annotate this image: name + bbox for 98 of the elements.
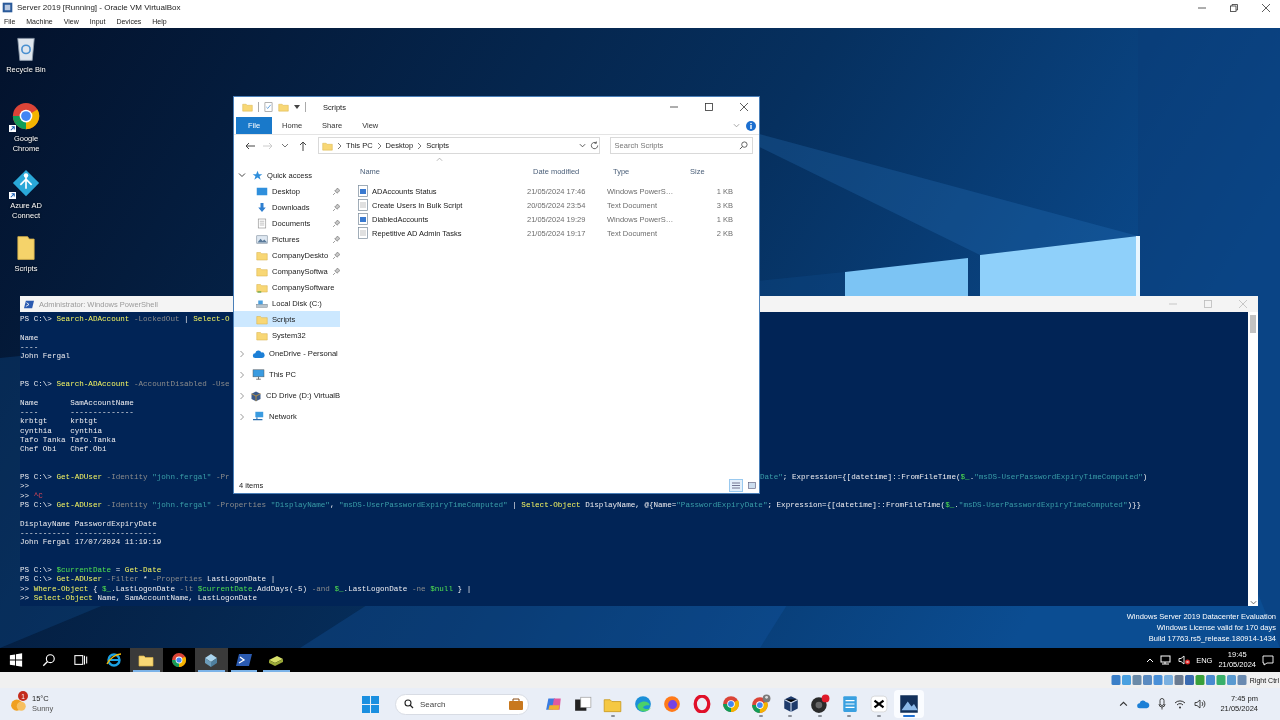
scroll-down-icon bbox=[1249, 600, 1257, 606]
star-icon bbox=[252, 169, 263, 181]
chrome-icon bbox=[170, 652, 187, 668]
notification-icon[interactable] bbox=[1262, 654, 1274, 666]
details-view-icon bbox=[732, 481, 740, 489]
folder-icon bbox=[16, 235, 36, 261]
pin-icon bbox=[333, 235, 340, 243]
start-button[interactable] bbox=[362, 695, 379, 713]
dropdown-caret-icon[interactable] bbox=[294, 104, 300, 110]
edge-icon bbox=[633, 695, 652, 713]
microphone-icon[interactable] bbox=[1158, 698, 1167, 710]
search-field[interactable]: Search bbox=[395, 693, 529, 715]
cloud-icon bbox=[252, 348, 265, 359]
windows-logo-icon bbox=[362, 695, 379, 713]
pin-icon bbox=[333, 219, 340, 227]
folder-icon bbox=[256, 329, 268, 341]
scrollbar[interactable] bbox=[1248, 312, 1258, 606]
desktop-icon bbox=[256, 185, 268, 197]
folder-icon bbox=[256, 265, 268, 277]
picture-icon bbox=[256, 233, 268, 245]
close-icon bbox=[740, 103, 748, 111]
diamond-network-icon bbox=[11, 168, 41, 198]
pin-icon bbox=[333, 251, 340, 259]
close-icon bbox=[1239, 300, 1247, 308]
windows-logo-icon bbox=[9, 653, 24, 667]
folder-icon bbox=[242, 102, 253, 112]
speaker-muted-icon[interactable] bbox=[1178, 655, 1191, 665]
folder-icon bbox=[138, 653, 155, 667]
restore-icon bbox=[1230, 3, 1238, 12]
maximize-icon bbox=[705, 103, 713, 111]
task-switch-icon bbox=[574, 695, 593, 713]
collapsed-chevron-icon bbox=[238, 391, 246, 400]
terminal-icon bbox=[24, 299, 34, 309]
expanded-chevron-icon bbox=[238, 171, 246, 179]
pin-icon bbox=[333, 203, 340, 211]
cloud-icon[interactable] bbox=[1136, 699, 1151, 709]
breadcrumb-chevron-icon bbox=[376, 142, 382, 149]
folder-icon bbox=[321, 140, 333, 151]
chrome-icon bbox=[11, 101, 41, 131]
collapsed-chevron-icon bbox=[238, 349, 246, 358]
cd-drive-icon bbox=[250, 389, 262, 402]
stacked-tool-icon bbox=[268, 653, 285, 667]
taskbar-button[interactable] bbox=[195, 648, 228, 672]
firefox-icon bbox=[663, 695, 682, 713]
chrome-with-avatar-icon bbox=[750, 694, 771, 714]
copilot-icon bbox=[544, 695, 563, 713]
pin-icon bbox=[333, 187, 340, 195]
show-hidden-icons-icon[interactable] bbox=[1119, 701, 1129, 707]
window-title: Server 2019 [Running] - Oracle VM VirtualBox bbox=[17, 3, 181, 12]
large-icons-view-icon bbox=[748, 481, 756, 489]
server-manager-icon bbox=[203, 652, 220, 668]
taskbar-button[interactable] bbox=[894, 690, 924, 718]
script-file-icon bbox=[358, 213, 368, 225]
close-icon bbox=[1262, 3, 1270, 12]
help-icon[interactable] bbox=[746, 120, 756, 131]
collapsed-chevron-icon bbox=[238, 370, 246, 379]
video-editor-icon bbox=[870, 695, 889, 713]
view-mode-button[interactable] bbox=[729, 478, 743, 492]
pin-icon bbox=[333, 267, 340, 275]
taskbar-button[interactable] bbox=[130, 648, 163, 672]
sort-caret-icon bbox=[436, 157, 443, 161]
network-icon[interactable] bbox=[1160, 655, 1173, 665]
screen-capture-icon bbox=[898, 694, 919, 714]
browser-icon bbox=[105, 652, 122, 668]
search-icon bbox=[739, 141, 748, 150]
maximize-icon bbox=[1204, 300, 1212, 308]
back-arrow-icon[interactable] bbox=[244, 141, 255, 150]
cube-icon bbox=[781, 695, 800, 713]
refresh-icon[interactable] bbox=[589, 141, 599, 150]
collapsed-chevron-icon bbox=[238, 412, 246, 421]
search-input[interactable]: Search bbox=[420, 695, 502, 713]
script-file-icon bbox=[358, 185, 368, 197]
folder-icon bbox=[256, 281, 268, 293]
breadcrumb-chevron-icon bbox=[336, 142, 342, 149]
chrome-icon bbox=[722, 695, 741, 713]
download-icon bbox=[256, 201, 268, 213]
speaker-icon[interactable] bbox=[1194, 699, 1207, 709]
task-view-icon bbox=[74, 653, 89, 667]
network-icon bbox=[252, 411, 265, 422]
text-file-icon bbox=[358, 227, 368, 239]
briefcase-icon bbox=[508, 697, 524, 711]
computer-icon bbox=[252, 369, 265, 380]
up-arrow-icon[interactable] bbox=[299, 140, 308, 151]
virtualbox-app-icon bbox=[2, 2, 13, 13]
notepad-icon bbox=[841, 695, 858, 713]
text-file-icon bbox=[358, 199, 368, 211]
breadcrumb-chevron-icon bbox=[417, 142, 423, 149]
scroll-thumb[interactable] bbox=[1250, 315, 1256, 333]
opera-icon bbox=[692, 695, 711, 713]
search-icon bbox=[404, 699, 414, 709]
wifi-icon[interactable] bbox=[1174, 699, 1187, 709]
document-icon bbox=[256, 217, 268, 229]
record-icon bbox=[810, 694, 831, 714]
minimize-icon bbox=[670, 103, 678, 111]
recent-dropdown-icon[interactable] bbox=[282, 143, 289, 148]
search-icon bbox=[41, 653, 56, 667]
folder-icon bbox=[256, 249, 268, 261]
terminal-icon bbox=[235, 653, 252, 667]
